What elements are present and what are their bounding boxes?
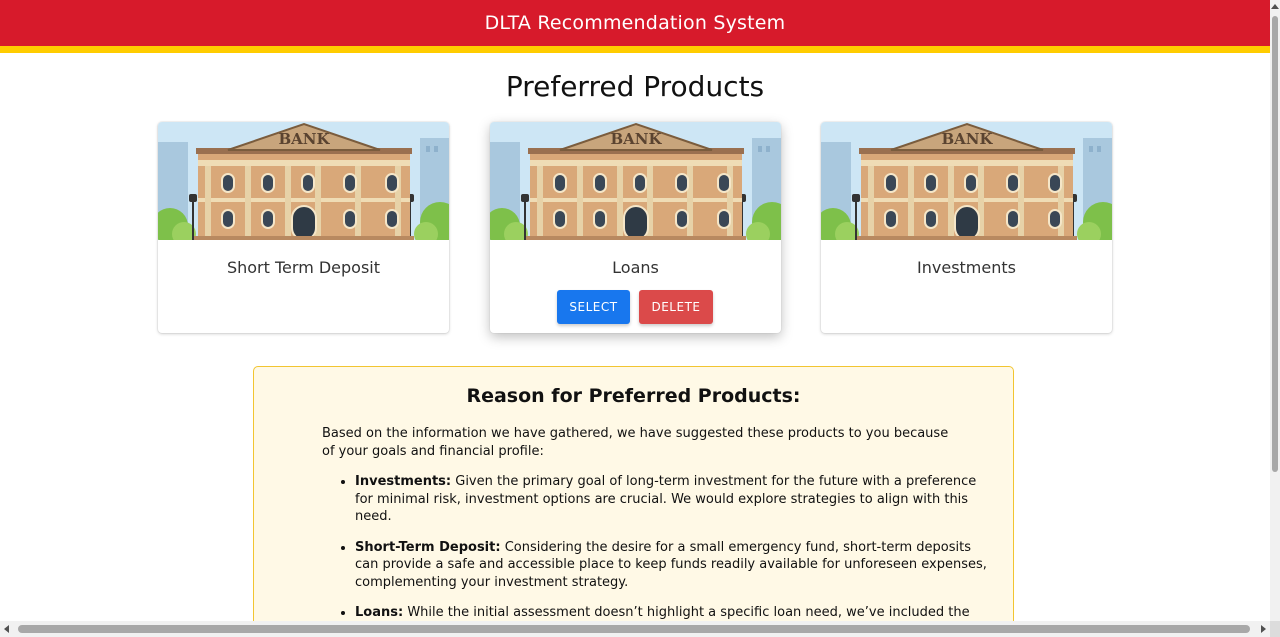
svg-text:BANK: BANK bbox=[941, 130, 993, 148]
page-viewport: DLTA Recommendation System Preferred Pro… bbox=[0, 0, 1270, 621]
scrollbar-corner bbox=[1270, 621, 1280, 637]
page-title: Preferred Products bbox=[505, 70, 765, 103]
svg-text:BANK: BANK bbox=[278, 130, 330, 148]
product-card-investments[interactable]: BANK Investments bbox=[821, 122, 1112, 333]
reason-term: Loans: bbox=[355, 605, 404, 620]
product-card-title: Loans bbox=[612, 258, 659, 277]
bank-building-image: BANK bbox=[158, 122, 449, 240]
select-button[interactable]: SELECT bbox=[557, 290, 630, 324]
bank-building-image: BANK bbox=[490, 122, 781, 240]
reason-title: Reason for Preferred Products: bbox=[466, 385, 801, 407]
scroll-left-arrow-icon[interactable] bbox=[4, 625, 9, 633]
app-header: DLTA Recommendation System bbox=[0, 0, 1270, 46]
reason-item-investments: Investments: Given the primary goal of l… bbox=[355, 473, 995, 526]
reason-term: Short-Term Deposit: bbox=[355, 539, 501, 555]
reason-item-loans: Loans: While the initial assessment does… bbox=[355, 604, 995, 621]
svg-text:BANK: BANK bbox=[610, 130, 662, 148]
product-card-title: Investments bbox=[917, 258, 1016, 277]
scroll-up-arrow-icon[interactable] bbox=[1271, 4, 1279, 9]
reason-intro: Based on the information we have gathere… bbox=[322, 426, 949, 459]
horizontal-scrollbar[interactable] bbox=[0, 621, 1270, 637]
product-card-short-term-deposit[interactable]: BANK Short Term Deposit bbox=[158, 122, 449, 333]
scroll-right-arrow-icon[interactable] bbox=[1261, 625, 1266, 633]
reason-item-short-term-deposit: Short-Term Deposit: Considering the desi… bbox=[355, 539, 995, 592]
reason-list: Investments: Given the primary goal of l… bbox=[322, 473, 995, 621]
product-card-title: Short Term Deposit bbox=[226, 258, 381, 277]
product-card-loans[interactable]: BANK Loans SELECT DELETE bbox=[490, 122, 781, 333]
delete-button[interactable]: DELETE bbox=[639, 290, 713, 324]
reason-panel: Reason for Preferred Products: Based on … bbox=[253, 366, 1014, 621]
reason-term: Investments: bbox=[355, 474, 452, 489]
vertical-scrollbar[interactable] bbox=[1270, 0, 1280, 637]
reason-text: While the initial assessment doesn’t hig… bbox=[403, 605, 970, 620]
horizontal-scroll-thumb[interactable] bbox=[18, 625, 1250, 633]
vertical-scroll-thumb[interactable] bbox=[1272, 16, 1278, 472]
bank-building-image: BANK bbox=[821, 122, 1112, 240]
header-accent-stripe bbox=[0, 46, 1270, 53]
app-title: DLTA Recommendation System bbox=[484, 12, 786, 34]
